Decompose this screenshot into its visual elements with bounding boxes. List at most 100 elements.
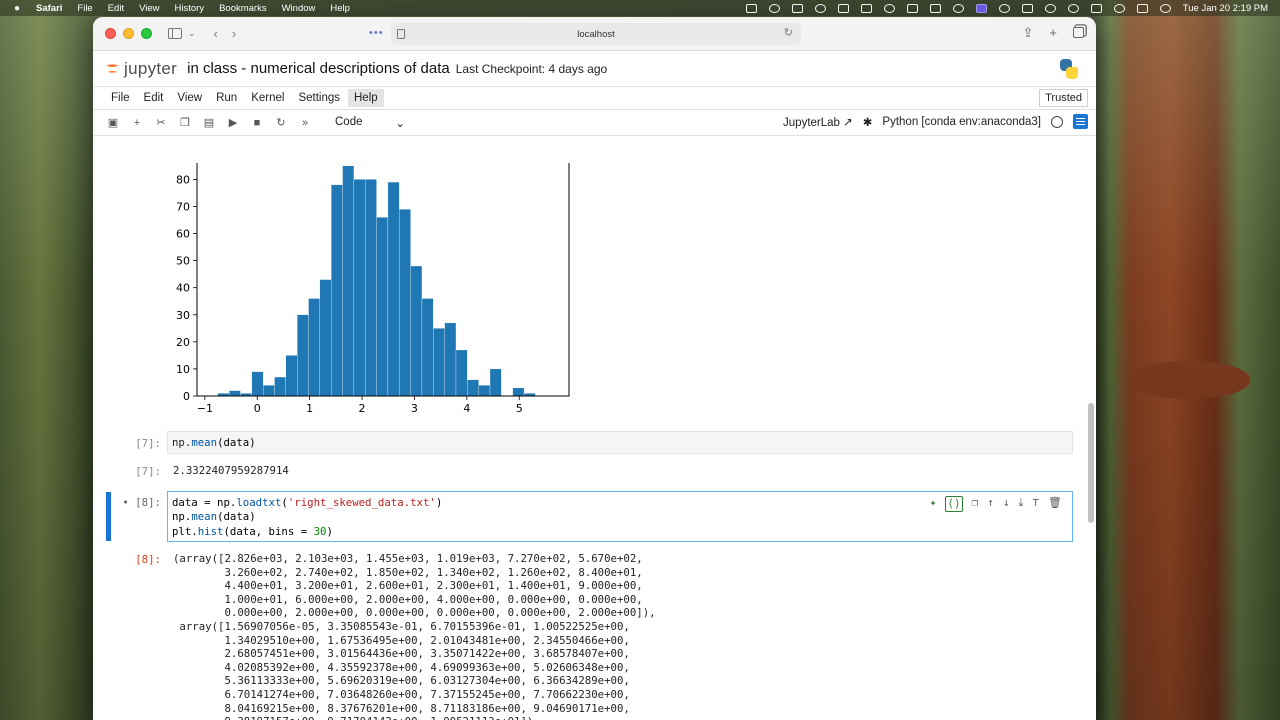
property-inspector-icon[interactable] (1073, 114, 1088, 129)
menubar-app-name[interactable]: Safari (36, 3, 62, 14)
url-text[interactable]: localhost (577, 29, 615, 40)
last-checkpoint: Last Checkpoint: 4 days ago (455, 61, 608, 76)
y-tick-label: 30 (176, 309, 190, 322)
timer-icon[interactable] (883, 3, 895, 13)
cell-7-input-prompt: [7]: (135, 437, 161, 450)
insert-above-icon[interactable]: ⊤ (1032, 496, 1039, 512)
duplicate-cell-icon[interactable]: ❐ (972, 496, 979, 512)
battery-icon[interactable] (1021, 3, 1033, 13)
jupyter-header: jupyter in class - numerical description… (93, 51, 1096, 87)
cell-8-code[interactable]: data = np.loadtxt('right_skewed_data.txt… (167, 491, 1073, 542)
screen-mirroring-icon[interactable] (975, 3, 987, 13)
menubar-item-window[interactable]: Window (282, 3, 316, 14)
menubar-item-help[interactable]: Help (330, 3, 350, 14)
address-bar[interactable]: localhost ↻ (391, 23, 801, 45)
menubar-clock[interactable]: Tue Jan 20 2:19 PM (1183, 3, 1268, 14)
menubar-item-history[interactable]: History (175, 3, 205, 14)
search-icon[interactable] (1113, 3, 1125, 13)
move-down-icon[interactable]: ↓ (1003, 496, 1010, 512)
cell-8-input-prompt-text: [8]: (135, 496, 161, 509)
forward-icon[interactable]: › (232, 26, 236, 41)
status-icon[interactable] (768, 3, 780, 13)
app-icon[interactable] (929, 3, 941, 13)
copy-icon[interactable]: ❐ (173, 116, 197, 129)
histogram-bar (376, 217, 389, 397)
safari-toolbar: ⌄ ‹ › ••• localhost ↻ ⇪ + (93, 17, 1096, 51)
trusted-indicator[interactable]: Trusted (1039, 89, 1088, 107)
insert-cell-icon[interactable]: + (125, 117, 149, 129)
reload-icon[interactable]: ↻ (784, 26, 793, 39)
save-icon[interactable]: ▣ (101, 116, 125, 129)
format-code-icon[interactable]: ⟨⟩ (945, 496, 963, 513)
jupyter-menu-edit[interactable]: Edit (138, 89, 170, 107)
drive-icon[interactable] (906, 3, 918, 13)
notebook-scrollbar[interactable] (1088, 403, 1094, 523)
histogram-bar (353, 179, 366, 397)
chevron-down-icon[interactable]: ⌄ (188, 28, 196, 39)
menubar-item-file[interactable]: File (77, 3, 92, 14)
app-icon[interactable] (860, 3, 872, 13)
menubar-item-edit[interactable]: Edit (108, 3, 124, 14)
cell-type-select[interactable]: Code ⌄ (335, 116, 405, 130)
menubar-item-bookmarks[interactable]: Bookmarks (219, 3, 267, 14)
sidebar-toggle-icon[interactable] (168, 28, 182, 39)
cut-icon[interactable]: ✂ (149, 116, 173, 129)
jupyterlab-link[interactable]: JupyterLab ↗ (783, 115, 853, 129)
user-icon[interactable] (1044, 3, 1056, 13)
app-icon[interactable] (837, 3, 849, 13)
histogram-bar (274, 376, 286, 397)
minimize-window-button[interactable] (123, 28, 134, 39)
tab-overview-icon[interactable]: ••• (369, 27, 384, 39)
fast-forward-icon[interactable]: » (293, 117, 317, 129)
siri-icon[interactable] (1159, 3, 1171, 13)
notebook-title[interactable]: in class - numerical descriptions of dat… (187, 60, 450, 77)
jupyter-menu-run[interactable]: Run (210, 89, 243, 107)
histogram-bar (410, 265, 423, 397)
toolbar-right: JupyterLab ↗ ✱ Python [conda env:anacond… (783, 114, 1088, 129)
restart-icon[interactable]: ↻ (269, 116, 293, 129)
bluetooth-icon[interactable] (998, 3, 1010, 13)
fullscreen-window-button[interactable] (141, 28, 152, 39)
run-icon[interactable]: ▶ (221, 116, 245, 129)
x-tick-label: 0 (254, 402, 261, 415)
sync-icon[interactable] (952, 3, 964, 13)
apple-icon[interactable]: ● (10, 3, 24, 14)
jupyter-logo[interactable]: jupyter (105, 59, 177, 79)
x-tick-label: 5 (516, 402, 523, 415)
screen-record-icon[interactable] (745, 3, 757, 13)
share-icon[interactable]: ⇪ (1023, 25, 1034, 41)
jupyter-menu-kernel[interactable]: Kernel (245, 89, 290, 107)
jupyter-menu-view[interactable]: View (171, 89, 208, 107)
bug-icon[interactable]: ✱ (863, 115, 873, 129)
cell-7-code[interactable]: np.mean(data) (167, 431, 1073, 454)
cell-8-output-prompt: [8]: (135, 553, 161, 566)
code-token: np. (172, 436, 192, 449)
insert-below-icon[interactable]: ⤓ (1019, 496, 1024, 512)
jupyter-menu-settings[interactable]: Settings (292, 89, 346, 107)
notebook-panel[interactable]: −1 0 1 2 3 4 5 0 10 20 30 40 50 60 70 80 [7]: np.mean(d… (93, 163, 1096, 720)
x-tick-label: −1 (197, 402, 213, 415)
wifi-icon[interactable] (1090, 3, 1102, 13)
kernel-name[interactable]: Python [conda env:anaconda3] (882, 116, 1041, 128)
histogram-bar (228, 390, 241, 397)
tab-overview-grid-icon[interactable] (1073, 27, 1084, 38)
ai-sparkle-icon[interactable]: ✦ (930, 496, 937, 512)
safari-right-controls: ⇪ + (1023, 25, 1084, 41)
new-tab-icon[interactable]: + (1049, 25, 1057, 41)
y-tick-label: 40 (176, 282, 190, 295)
jupyter-menu-help[interactable]: Help (348, 89, 384, 107)
play-icon[interactable] (1067, 3, 1079, 13)
stop-icon[interactable]: ■ (245, 117, 269, 129)
creative-cloud-icon[interactable] (814, 3, 826, 13)
x-tick-label: 3 (411, 402, 418, 415)
back-icon[interactable]: ‹ (214, 26, 218, 41)
jupyter-menu-file[interactable]: File (105, 89, 136, 107)
paste-icon[interactable]: ▤ (197, 116, 221, 129)
audio-icon[interactable] (791, 3, 803, 13)
menubar-item-view[interactable]: View (139, 3, 159, 14)
close-window-button[interactable] (105, 28, 116, 39)
move-up-icon[interactable]: ↑ (987, 496, 994, 512)
delete-cell-icon[interactable]: 🗑 (1048, 496, 1062, 512)
control-center-icon[interactable] (1136, 3, 1148, 13)
histogram-bar (365, 179, 377, 397)
